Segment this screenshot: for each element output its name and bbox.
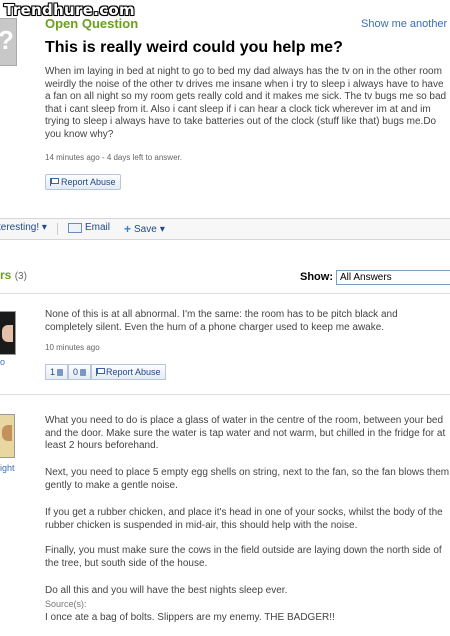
divider [0,293,450,294]
plus-icon: + [124,222,132,236]
thumbs-up-icon [57,368,64,376]
question-body: When im laying in bed at night to go to … [45,66,447,140]
source-text: I once ate a bag of bolts. Slippers are … [45,612,335,623]
answerer-name[interactable]: o [0,357,5,367]
email-button[interactable]: Email [68,222,110,233]
report-abuse-button[interactable]: Report Abuse [91,364,166,380]
answer-meta: 10 minutes ago [45,343,100,352]
interesting-label: teresting! [0,222,40,233]
answers-count: (3) [14,271,27,282]
answers-filter-select[interactable]: All Answers [336,270,450,285]
answers-header: rs (3) [0,268,27,282]
question-status-header: Open Question [45,16,139,31]
report-abuse-label: Report Abuse [61,177,116,187]
flag-icon [96,368,106,376]
question-title: This is really weird could you help me? [45,39,343,56]
chevron-down-icon: ▾ [41,222,47,233]
answerer-avatar[interactable] [0,311,16,355]
report-abuse-label: Report Abuse [106,367,161,377]
source-label: Source(s): [45,599,87,609]
answer-paragraph: If you get a rubber chicken, and place i… [45,507,443,531]
answerer-avatar[interactable] [0,414,15,458]
question-mark-icon: ? [0,25,16,56]
answer-rating-bar: 1 0 Report Abuse [45,364,166,380]
asker-avatar[interactable]: ? [0,18,17,66]
show-another-link[interactable]: Show me another » [361,18,450,30]
email-label: Email [85,222,111,233]
answer-paragraph: What you need to do is place a glass of … [45,415,446,452]
thumbs-down-button[interactable]: 0 [68,364,92,380]
chevron-down-icon: ▾ [159,223,165,235]
answer-body: None of this is at all abnormal. I'm the… [45,309,398,333]
divider [0,394,450,395]
envelope-icon [68,222,82,233]
thumbs-up-button[interactable]: 1 [45,364,69,380]
save-label: Save [134,223,157,235]
report-abuse-button[interactable]: Report Abuse [45,174,121,190]
save-button[interactable]: + Save ▾ [124,222,165,236]
answerer-name[interactable]: ight [0,463,15,473]
answer-paragraph: Do all this and you will have the best n… [45,585,288,596]
answers-title: rs [0,268,12,282]
answer-paragraph: Next, you need to place 5 empty egg shel… [45,467,450,491]
divider [57,223,58,235]
thumbs-down-count: 0 [73,367,79,377]
thumbs-up-count: 1 [50,367,56,377]
answer-paragraph: Finally, you must make sure the cows in … [45,545,442,569]
flag-icon [50,178,59,186]
interesting-button[interactable]: teresting! ▾ [0,222,47,233]
thumbs-down-icon [80,368,87,376]
show-filter-label: Show: [300,271,333,283]
question-meta: 14 minutes ago - 4 days left to answer. [45,153,182,162]
